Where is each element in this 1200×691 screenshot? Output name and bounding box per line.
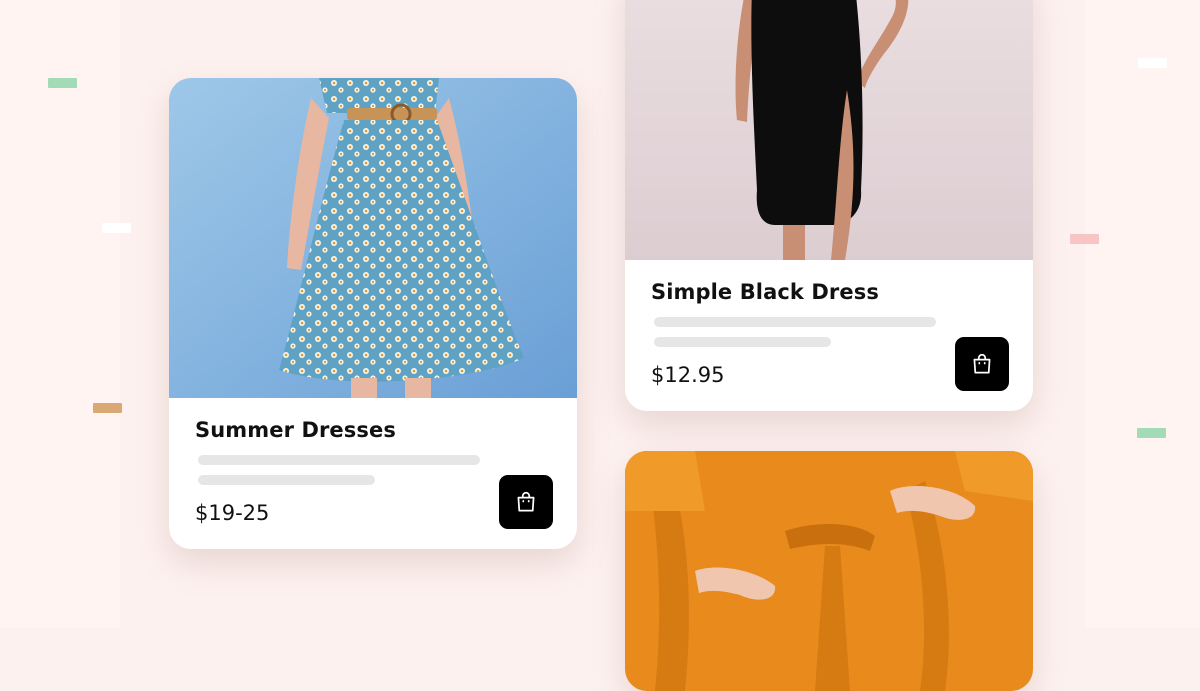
decor-dash-white <box>1138 58 1167 68</box>
product-photo <box>625 451 1033 691</box>
background-band-left <box>0 0 120 628</box>
add-to-cart-button[interactable] <box>955 337 1009 391</box>
decor-dash-white <box>102 223 131 233</box>
description-placeholder-line <box>654 317 936 327</box>
product-price: $12.95 <box>651 363 725 387</box>
product-title: Summer Dresses <box>195 418 396 442</box>
shopping-bag-icon <box>973 354 991 374</box>
description-placeholder-line <box>654 337 831 347</box>
product-photo <box>169 78 577 398</box>
background-band-right <box>1085 0 1200 628</box>
decor-dash-green <box>48 78 77 88</box>
product-card[interactable]: Summer Dresses $19-25 <box>169 78 577 549</box>
decor-dash-tan <box>93 403 122 413</box>
product-price: $19-25 <box>195 501 270 525</box>
decor-dash-pink <box>1070 234 1099 244</box>
product-photo <box>625 0 1033 260</box>
product-title: Simple Black Dress <box>651 280 879 304</box>
shopping-bag-icon <box>517 492 535 512</box>
description-placeholder-line <box>198 455 480 465</box>
add-to-cart-button[interactable] <box>499 475 553 529</box>
description-placeholder-line <box>198 475 375 485</box>
decor-dash-green <box>1137 428 1166 438</box>
product-card[interactable]: Simple Black Dress $12.95 <box>625 0 1033 411</box>
product-card[interactable] <box>625 451 1033 691</box>
